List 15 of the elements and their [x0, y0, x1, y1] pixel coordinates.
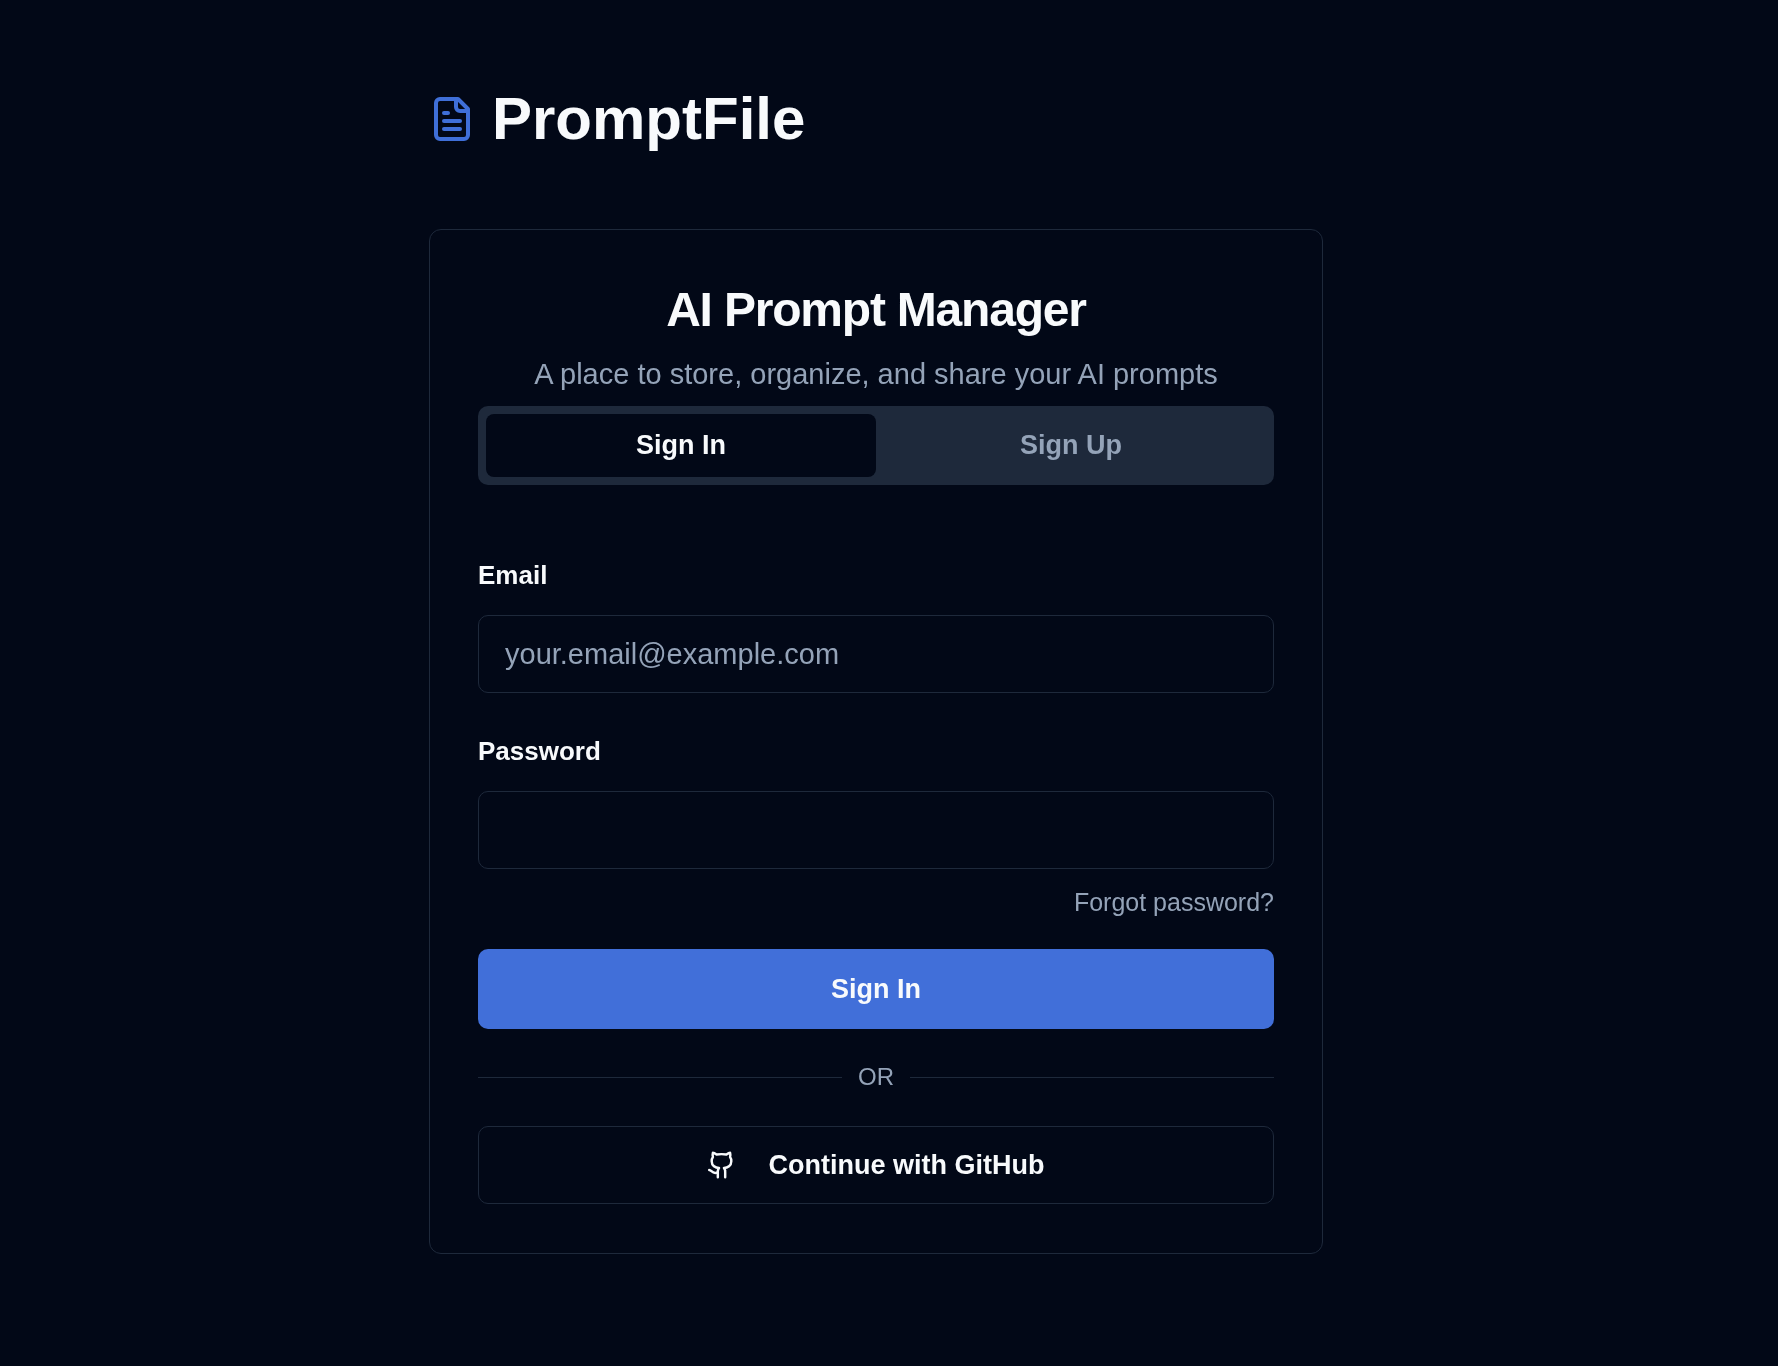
input-field[interactable]: [478, 791, 1274, 869]
card-subtitle: A place to store, organize, and share your AI prompts: [533, 357, 1219, 391]
field-label: Email: [478, 559, 549, 591]
tab[interactable]: Sign Up: [876, 414, 1266, 477]
forgot-password-link[interactable]: Forgot password?: [1073, 886, 1274, 918]
document-icon: [434, 97, 470, 141]
github-button[interactable]: Continue with GitHub: [478, 1126, 1274, 1204]
divider-text: OR: [858, 1062, 894, 1092]
cat-icon: [707, 1151, 735, 1179]
tab[interactable]: Sign In: [486, 414, 876, 477]
input-field[interactable]: your.email@example.com: [478, 615, 1274, 693]
field-label: Password: [478, 735, 602, 767]
app-title: PromptFile: [492, 89, 806, 149]
sign-in-button[interactable]: Sign In: [478, 949, 1274, 1029]
card-title: AI Prompt Manager: [665, 282, 1088, 338]
